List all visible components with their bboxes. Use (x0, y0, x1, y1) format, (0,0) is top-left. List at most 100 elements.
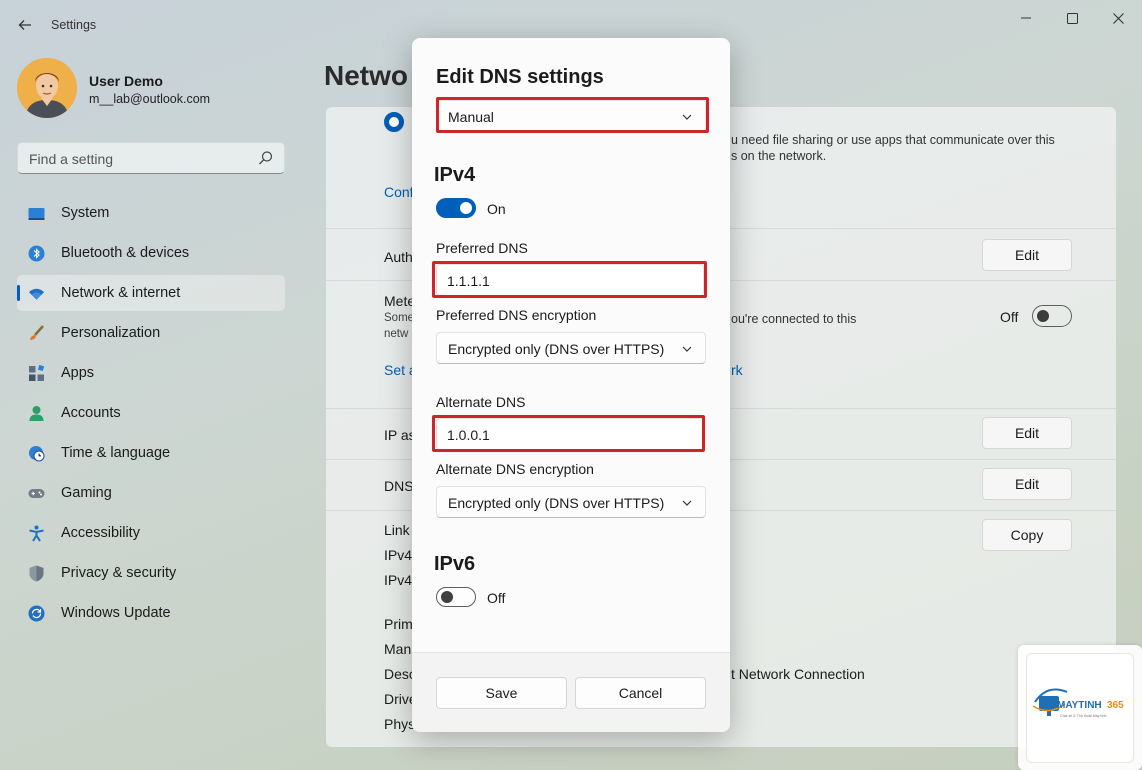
metered-description: Some (384, 312, 415, 324)
dns-assignment-label: DNS (384, 478, 414, 494)
property-label: IPv4 (384, 547, 413, 563)
metered-connection-label: Mete (384, 293, 416, 309)
sidebar-item-system[interactable]: System (17, 195, 285, 231)
sidebar-item-label: Bluetooth & devices (61, 245, 190, 261)
sidebar-item-privacy[interactable]: Privacy & security (17, 555, 285, 591)
page-title: Netwo (324, 60, 408, 91)
sidebar-item-label: Windows Update (61, 605, 171, 621)
configure-link[interactable]: Conf (384, 184, 414, 200)
sidebar-item-label: Gaming (61, 485, 112, 501)
network-profile-description: u need file sharing or use apps that com… (731, 133, 1055, 147)
dns-mode-dropdown[interactable]: Manual (436, 100, 706, 132)
sidebar-item-accounts[interactable]: Accounts (17, 395, 285, 431)
user-avatar-icon (17, 58, 77, 118)
user-email: m__lab@outlook.com (89, 92, 211, 106)
monitor-icon (28, 205, 45, 222)
set-data-limit-link[interactable]: rk (731, 362, 743, 378)
svg-text:365: 365 (1107, 700, 1124, 711)
dialog-footer: Save Cancel (412, 652, 730, 732)
chevron-down-icon (682, 346, 692, 352)
edit-ip-button[interactable]: Edit (982, 417, 1072, 449)
alternate-dns-label: Alternate DNS (436, 394, 526, 410)
sidebar-item-gaming[interactable]: Gaming (17, 475, 285, 511)
svg-text:MAYTINH: MAYTINH (1057, 700, 1102, 711)
ipv4-toggle-state: On (487, 201, 506, 217)
sidebar-item-network[interactable]: Network & internet (17, 275, 285, 311)
watermark-card: MAYTINH 365 Chia sẻ & Thủ thuật Máy tính (1026, 653, 1134, 763)
sidebar-nav: System Bluetooth & devices Network & int… (17, 195, 285, 635)
cancel-button[interactable]: Cancel (575, 677, 706, 709)
close-icon (1112, 12, 1124, 24)
dropdown-value: Manual (448, 109, 494, 125)
alternate-dns-encryption-label: Alternate DNS encryption (436, 461, 594, 477)
ipv4-toggle[interactable] (436, 198, 476, 218)
chevron-down-icon (682, 114, 692, 120)
ipv6-toggle-state: Off (487, 590, 506, 606)
preferred-dns-input[interactable]: 1.1.1.1 (436, 264, 704, 296)
sidebar-item-accessibility[interactable]: Accessibility (17, 515, 285, 551)
maximize-button[interactable] (1049, 6, 1095, 30)
search-box[interactable]: Find a setting (17, 142, 285, 174)
user-name: User Demo (89, 73, 163, 89)
search-input[interactable]: Find a setting (29, 151, 113, 167)
metered-connection-toggle[interactable] (1032, 305, 1072, 327)
brush-icon (28, 325, 45, 342)
edit-dns-button[interactable]: Edit (982, 468, 1072, 500)
preferred-dns-value: 1.1.1.1 (447, 273, 490, 289)
globe-clock-icon (28, 445, 45, 462)
alternate-dns-input[interactable]: 1.0.0.1 (436, 418, 704, 450)
ipv4-heading: IPv4 (434, 164, 476, 186)
alternate-dns-encryption-dropdown[interactable]: Encrypted only (DNS over HTTPS) (436, 486, 706, 518)
chevron-down-icon (682, 500, 692, 506)
search-icon (259, 151, 273, 165)
edit-authentication-button[interactable]: Edit (982, 239, 1072, 271)
property-label: Prim (384, 616, 413, 632)
maximize-icon (1066, 12, 1078, 24)
network-profile-description: s on the network. (731, 149, 827, 163)
shield-icon (28, 565, 45, 582)
dialog-title: Edit DNS settings (436, 66, 604, 88)
person-icon (28, 405, 45, 422)
property-label: Phys (384, 716, 416, 732)
gamepad-icon (28, 485, 45, 502)
save-button[interactable]: Save (436, 677, 567, 709)
sidebar-item-label: Privacy & security (61, 565, 177, 581)
copy-button[interactable]: Copy (982, 519, 1072, 551)
sidebar-item-label: Time & language (61, 445, 171, 461)
svg-text:Chia sẻ & Thủ thuật Máy tính: Chia sẻ & Thủ thuật Máy tính (1060, 714, 1106, 718)
back-button[interactable] (12, 12, 38, 38)
authentication-label: Auth (384, 249, 413, 265)
wifi-icon (28, 285, 45, 302)
sidebar-item-time-language[interactable]: Time & language (17, 435, 285, 471)
preferred-dns-encryption-label: Preferred DNS encryption (436, 307, 597, 323)
network-profile-radio[interactable] (384, 112, 404, 132)
preferred-dns-label: Preferred DNS (436, 240, 528, 256)
minimize-icon (1021, 17, 1031, 19)
sidebar-item-apps[interactable]: Apps (17, 355, 285, 391)
sidebar-item-label: Accounts (61, 405, 121, 421)
dropdown-value: Encrypted only (DNS over HTTPS) (448, 495, 665, 511)
edit-dns-dialog: Edit DNS settings Manual IPv4 On Preferr… (412, 38, 730, 732)
metered-description: ou're connected to this (731, 312, 857, 326)
ipv6-toggle[interactable] (436, 587, 476, 607)
minimize-button[interactable] (1003, 6, 1049, 30)
back-arrow-icon (18, 20, 31, 30)
property-label: IPv4 (384, 572, 413, 588)
sidebar-item-windows-update[interactable]: Windows Update (17, 595, 285, 631)
property-label: Man (384, 641, 412, 657)
window-title: Settings (51, 18, 97, 32)
ipv6-heading: IPv6 (434, 553, 476, 575)
bluetooth-icon (28, 245, 45, 262)
metered-description: netw (384, 328, 409, 340)
close-button[interactable] (1095, 6, 1141, 30)
sidebar-item-bluetooth[interactable]: Bluetooth & devices (17, 235, 285, 271)
avatar[interactable] (17, 58, 77, 118)
sidebar-item-personalization[interactable]: Personalization (17, 315, 285, 351)
sidebar-item-label: Accessibility (61, 525, 140, 541)
sidebar-item-label: Apps (61, 365, 95, 381)
apps-icon (28, 365, 45, 382)
watermark-logo: MAYTINH 365 Chia sẻ & Thủ thuật Máy tính (1018, 645, 1142, 770)
adapter-description-value: t Network Connection (731, 666, 865, 682)
preferred-dns-encryption-dropdown[interactable]: Encrypted only (DNS over HTTPS) (436, 332, 706, 364)
sidebar-item-label: Personalization (61, 325, 161, 341)
